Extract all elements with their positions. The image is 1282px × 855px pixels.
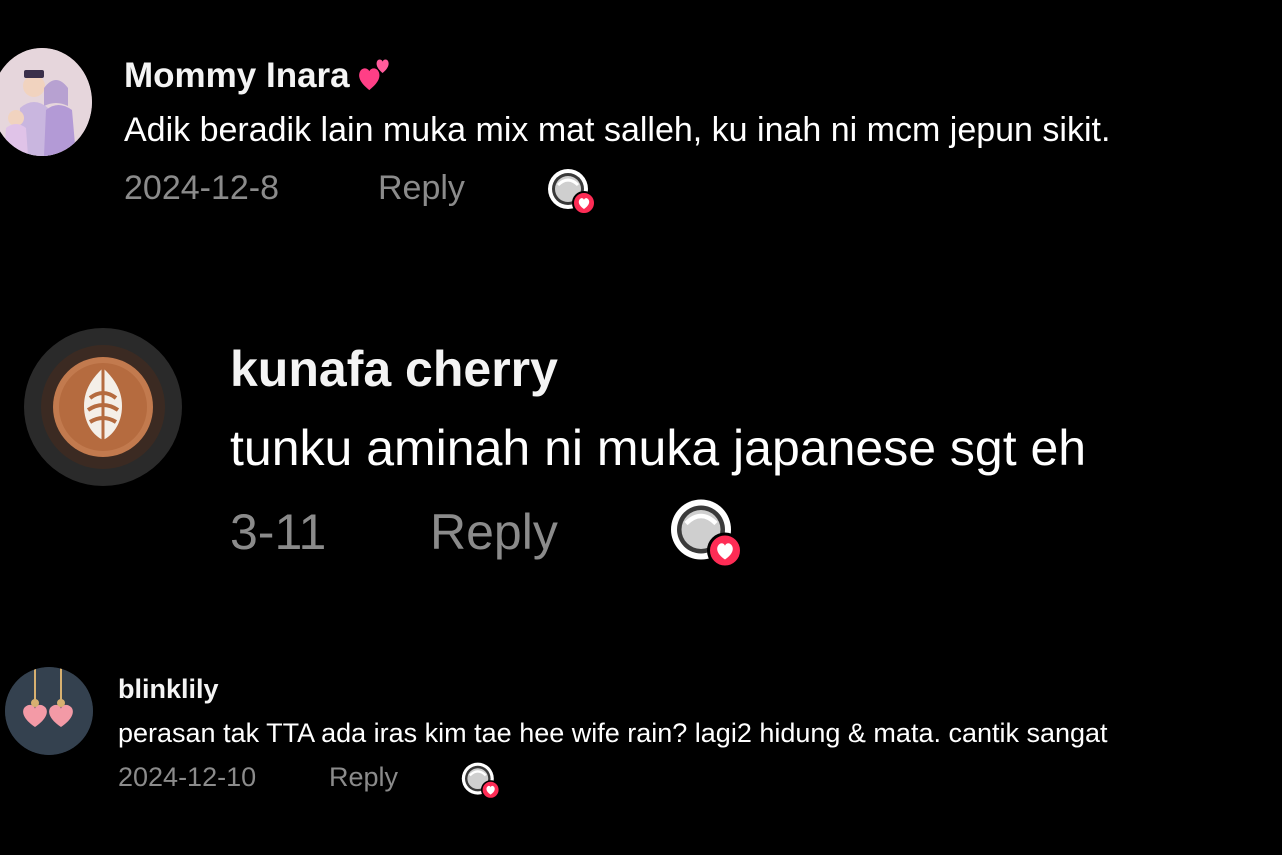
- avatar[interactable]: [5, 667, 93, 755]
- creator-liked-icon[interactable]: [460, 761, 502, 801]
- comment-date: 2024-12-10: [118, 762, 257, 792]
- username[interactable]: kunafa cherry: [230, 340, 558, 398]
- comment-text: perasan tak TTA ada iras kim tae hee wif…: [118, 718, 1108, 748]
- family-illustration-avatar: [0, 48, 92, 156]
- creator-liked-icon[interactable]: [546, 167, 598, 217]
- two-hearts-icon: [356, 54, 394, 92]
- reply-button[interactable]: Reply: [378, 169, 465, 208]
- username-label: Mommy Inara: [124, 56, 350, 95]
- reply-button[interactable]: Reply: [329, 762, 398, 793]
- creator-liked-icon[interactable]: [668, 496, 746, 572]
- heart-keychain-avatar: [5, 667, 93, 755]
- avatar[interactable]: [0, 48, 92, 156]
- username[interactable]: Mommy Inara: [124, 56, 394, 96]
- comment-date: 2024-12-8: [124, 169, 280, 207]
- latte-art-avatar: [24, 328, 182, 486]
- avatar[interactable]: [24, 328, 182, 486]
- comment-text: tunku aminah ni muka japanese sgt eh: [230, 420, 1087, 476]
- comment-text: Adik beradik lain muka mix mat salleh, k…: [124, 111, 1111, 149]
- reply-button[interactable]: Reply: [430, 503, 558, 561]
- comment-date: 3-11: [230, 504, 327, 560]
- username[interactable]: blinklily: [118, 674, 219, 705]
